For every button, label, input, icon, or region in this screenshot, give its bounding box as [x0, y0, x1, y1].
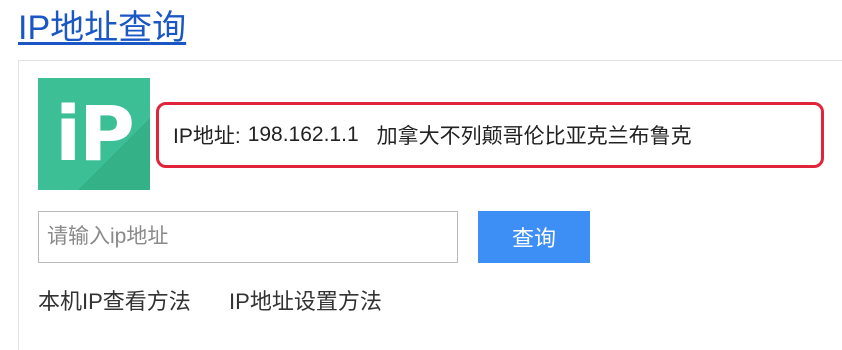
page-title-link[interactable]: IP地址查询 [18, 6, 186, 50]
query-button[interactable]: 查询 [478, 211, 590, 263]
result-label: IP地址: [173, 125, 241, 148]
ip-search-input[interactable] [38, 211, 458, 263]
ip-logo-icon: iP [38, 78, 150, 190]
logo-text: iP [55, 89, 135, 178]
help-links: 本机IP查看方法 IP地址设置方法 [38, 284, 382, 320]
ip-settings-help-link[interactable]: IP地址设置方法 [229, 289, 382, 314]
local-ip-help-link[interactable]: 本机IP查看方法 [38, 289, 191, 314]
result-location: 加拿大不列颠哥伦比亚克兰布鲁克 [376, 125, 692, 148]
result-ip: 198.162.1.1 [247, 123, 359, 146]
ip-result-box: IP地址: 198.162.1.1 加拿大不列颠哥伦比亚克兰布鲁克 [156, 102, 824, 168]
